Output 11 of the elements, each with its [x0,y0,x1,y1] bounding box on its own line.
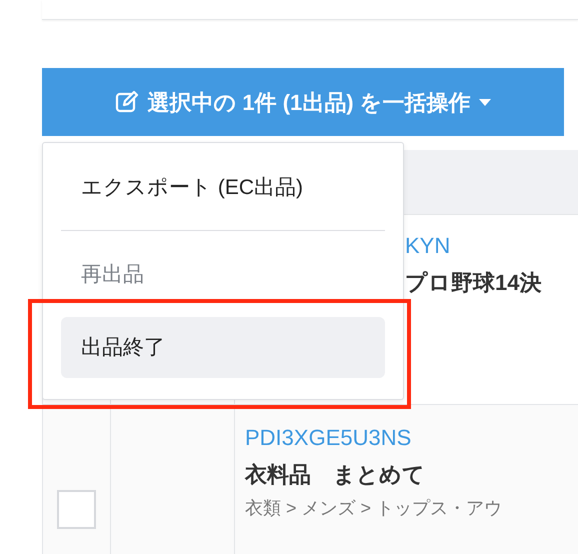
item-id-link[interactable]: PDI3XGE5U3NS [245,423,412,453]
menu-item[interactable]: 出品終了 [61,317,385,378]
item-title: プロ野球14決 [405,269,542,297]
item-category: 衣類 > メンズ > トップス・アウ [245,497,502,520]
edit-icon [115,90,140,114]
bulk-action-button[interactable]: 選択中の 1件 (1出品) を一括操作 [42,68,564,136]
caret-icon [478,98,491,106]
menu-item[interactable]: エクスポート (EC出品) [61,170,385,206]
row-checkbox[interactable] [57,490,96,529]
item-title: 衣料品 まとめて [245,461,425,489]
item-id-link[interactable]: KYN [405,231,450,261]
